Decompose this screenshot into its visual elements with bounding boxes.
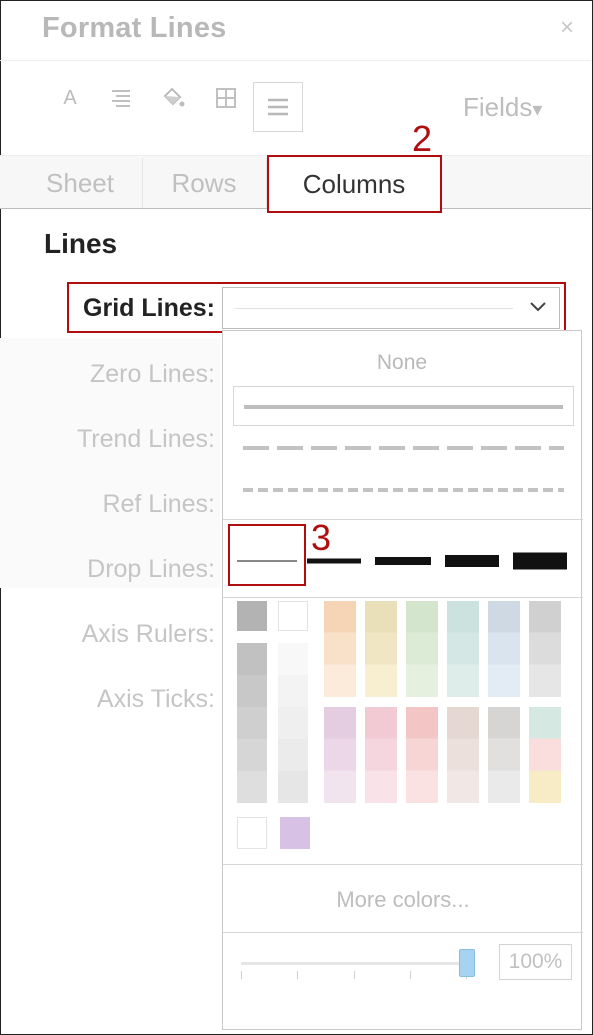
recent-color-swatch[interactable] [237,817,267,849]
borders-icon[interactable] [208,80,244,116]
gray-ramp-dark[interactable] [237,643,267,803]
palette-teal[interactable] [447,601,479,697]
palette-warm-gray[interactable] [488,707,520,803]
pane-header: Format Lines × [0,0,591,60]
color-swatch[interactable] [278,601,308,631]
annotation-box-grid-lines [67,282,566,333]
tab-rows[interactable]: Rows [142,158,267,208]
close-icon[interactable]: × [560,14,574,42]
line-weight-5[interactable] [513,541,567,581]
slider-tick [297,971,298,979]
annotation-box-tab [267,155,442,213]
lines-icon[interactable] [253,82,303,132]
recent-color-swatch[interactable] [280,817,310,849]
section-title: Lines [44,228,118,259]
palette-gold[interactable] [365,601,397,697]
palette-red[interactable] [406,707,438,803]
pane-title: Format Lines [42,12,227,44]
opacity-value-field[interactable]: 100% [499,944,572,980]
palette-mixed[interactable] [529,707,561,803]
dashed-line-preview [243,446,564,450]
weight-preview [513,552,567,570]
annotation-step-2: 2 [412,118,433,159]
weight-preview [445,555,499,567]
zero-lines-label: Zero Lines: [89,360,215,388]
separator [223,864,583,865]
line-weight-3[interactable] [375,541,431,581]
annotation-box-weight [228,524,306,586]
separator [223,932,583,933]
line-style-dashed[interactable] [233,428,574,468]
palette-brown[interactable] [447,707,479,803]
opacity-slider-track[interactable] [241,962,467,965]
separator [223,597,583,598]
solid-line-preview [244,405,563,409]
fields-dropdown[interactable]: Fields▾ [463,92,542,123]
palette-gray[interactable] [529,601,561,697]
palette-purple[interactable] [324,707,356,803]
opacity-slider-handle[interactable] [459,949,475,977]
palette-blue[interactable] [488,601,520,697]
font-icon[interactable]: A [52,80,88,116]
line-style-solid[interactable] [233,386,574,426]
dotted-line-preview [243,488,564,492]
tab-sheet[interactable]: Sheet [18,158,143,208]
line-weight-4[interactable] [445,541,499,581]
chevron-down-icon: ▾ [532,99,543,121]
axis-ticks-label: Axis Ticks: [96,685,215,713]
trend-lines-label: Trend Lines: [76,425,215,453]
drop-lines-label: Drop Lines: [87,555,215,583]
weight-preview [307,558,361,564]
slider-tick [410,971,411,979]
slider-tick [354,971,355,979]
alignment-icon[interactable] [103,80,139,116]
ref-lines-label: Ref Lines: [102,490,215,518]
line-format-dropdown: None More colors... 100% [222,330,583,1030]
separator [223,519,583,520]
palette-pink[interactable] [365,707,397,803]
weight-preview [375,557,431,565]
none-option[interactable]: None [223,351,581,375]
shading-icon[interactable] [155,80,191,116]
gray-ramp-light[interactable] [278,643,308,803]
axis-rulers-label: Axis Rulers: [81,620,215,648]
color-swatch[interactable] [237,601,267,631]
line-style-dotted[interactable] [233,470,574,510]
slider-tick [241,971,242,979]
fields-label: Fields [463,92,533,122]
annotation-step-3: 3 [311,517,332,558]
palette-orange[interactable] [324,601,356,697]
more-colors-link[interactable]: More colors... [223,887,583,913]
palette-green[interactable] [406,601,438,697]
